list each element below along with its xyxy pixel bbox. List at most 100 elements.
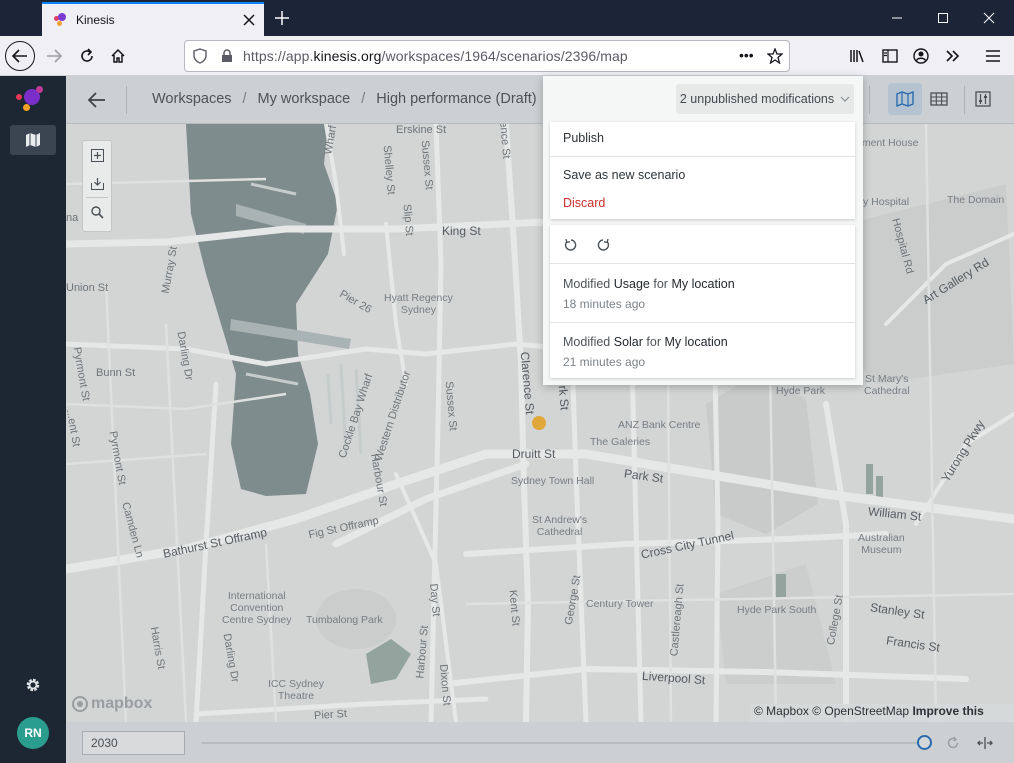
map-label: ament House [856,137,919,149]
import-button[interactable] [83,169,111,197]
map-label: y Hospital [863,196,910,208]
discard-menu-item[interactable]: Discard [563,196,605,210]
reload-icon[interactable] [72,41,102,71]
location-marker[interactable] [532,416,546,430]
map-label: Erskine St [396,124,447,136]
map-label: Union St [66,282,109,294]
map-label: St Andrew's Cathedral [532,514,588,538]
browser-tab[interactable]: Kinesis [42,2,264,36]
map-label: The Galeries [590,436,651,448]
year-input[interactable]: 2030 [82,731,185,755]
map-label: Hyde Park South [737,604,817,616]
add-square-icon [90,148,104,162]
tab-title: Kinesis [76,13,115,27]
browser-forward-icon[interactable] [39,41,69,71]
mapbox-attribution-link[interactable]: © Mapbox [754,704,809,718]
new-tab-icon[interactable] [270,6,294,30]
shield-icon[interactable] [193,48,207,64]
kinesis-favicon-icon [52,12,68,28]
settings-gear-icon[interactable] [20,672,46,698]
timeline-slider-thumb[interactable] [917,735,932,750]
browser-navbar: https://app.kinesis.org/workspaces/1964/… [0,36,1014,76]
modification-history: Modified Usage for My location 18 minute… [550,225,855,378]
header-divider [126,86,127,114]
timeline-slider-track[interactable] [202,742,922,744]
mapbox-logo-icon [72,696,88,712]
history-item-time: 18 minutes ago [563,297,646,311]
back-arrow-icon[interactable] [84,88,110,112]
map-label: Australian Museum [858,532,905,556]
history-item[interactable]: Modified Usage for My location 18 minute… [550,265,855,322]
menu-divider [550,156,855,157]
mapbox-wordmark: mapbox [91,695,153,712]
breadcrumb-workspaces[interactable]: Workspaces [152,91,232,107]
table-icon [930,92,948,106]
bookmark-star-icon[interactable] [767,48,783,64]
overflow-chevrons-icon[interactable] [938,41,968,71]
map-label: King St [442,224,481,238]
timeline-bar: 2030 [66,722,1014,763]
map-canvas[interactable]: King St Druitt St Park St William St Liv… [66,124,1014,722]
map-label: Tumbalong Park [306,614,383,626]
add-location-button[interactable] [83,141,111,169]
kinesis-logo-icon[interactable] [14,86,54,116]
search-icon [90,205,104,219]
history-item[interactable]: Modified Solar for My location 21 minute… [550,322,855,379]
lock-icon[interactable] [221,49,233,63]
map-label: ICC Sydney Theatre [268,678,325,702]
map-label: Bunn St [96,367,136,379]
header-divider [964,86,965,114]
reset-icon[interactable] [944,734,962,752]
history-item-title: Modified Usage for My location [563,277,735,291]
account-icon[interactable] [906,41,936,71]
close-window-icon[interactable] [966,0,1012,36]
map-icon [896,91,914,107]
breadcrumb-my-workspace[interactable]: My workspace [258,91,351,107]
download-tray-icon [90,177,104,190]
undo-redo-row [550,225,855,264]
publish-menu-item[interactable]: Publish [563,131,604,145]
map-search-button[interactable] [83,198,111,226]
map-label: The Domain [947,194,1005,206]
hamburger-menu-icon[interactable] [978,41,1008,71]
map-tools [82,140,112,232]
filter-settings-icon[interactable] [968,84,998,114]
save-as-new-scenario-menu-item[interactable]: Save as new scenario [563,168,685,182]
maximize-icon[interactable] [920,0,966,36]
history-item-title: Modified Solar for My location [563,335,728,349]
undo-icon[interactable] [561,235,581,255]
sidebar-toggle-icon[interactable] [875,41,905,71]
sidebar-map-button[interactable] [10,125,56,155]
url-bar[interactable]: https://app.kinesis.org/workspaces/1964/… [184,40,790,72]
app-header: Workspaces / My workspace / High perform… [66,76,1014,124]
header-divider [869,86,870,114]
unpublished-modifications-button[interactable]: 2 unpublished modifications [676,84,854,114]
app-sidebar: RN [0,76,66,763]
map-label: Druitt St [512,447,556,461]
map-label: Century Tower [586,598,654,610]
home-icon[interactable] [103,41,133,71]
modifications-menu: Publish Save as new scenario Discard [550,122,855,219]
browser-back-icon[interactable] [5,41,35,71]
tab-close-icon[interactable] [238,9,260,31]
map-label: Hyatt Regency Sydney [384,292,453,316]
user-avatar[interactable]: RN [17,717,49,749]
mapbox-logo[interactable]: mapbox [72,695,152,713]
table-view-button[interactable] [922,83,956,115]
map-label: St Mary's Cathedral [864,373,910,397]
map-label: Sydney Town Hall [511,475,595,487]
split-compare-icon[interactable] [976,734,994,752]
minimize-icon[interactable] [874,0,920,36]
osm-attribution-link[interactable]: © OpenStreetMap [812,704,909,718]
breadcrumb-scenario[interactable]: High performance (Draft) [376,91,536,107]
page-actions-icon[interactable]: ••• [739,47,754,63]
breadcrumb-separator: / [361,91,366,107]
url-text: https://app.kinesis.org/workspaces/1964/… [243,48,628,64]
redo-icon[interactable] [593,235,613,255]
map-view-button[interactable] [888,83,922,115]
map-label: Pier St [313,707,348,722]
library-icon[interactable] [843,41,873,71]
map-icon [25,132,41,148]
breadcrumb: Workspaces / My workspace / High perform… [152,91,553,107]
chevron-down-icon [840,96,850,102]
